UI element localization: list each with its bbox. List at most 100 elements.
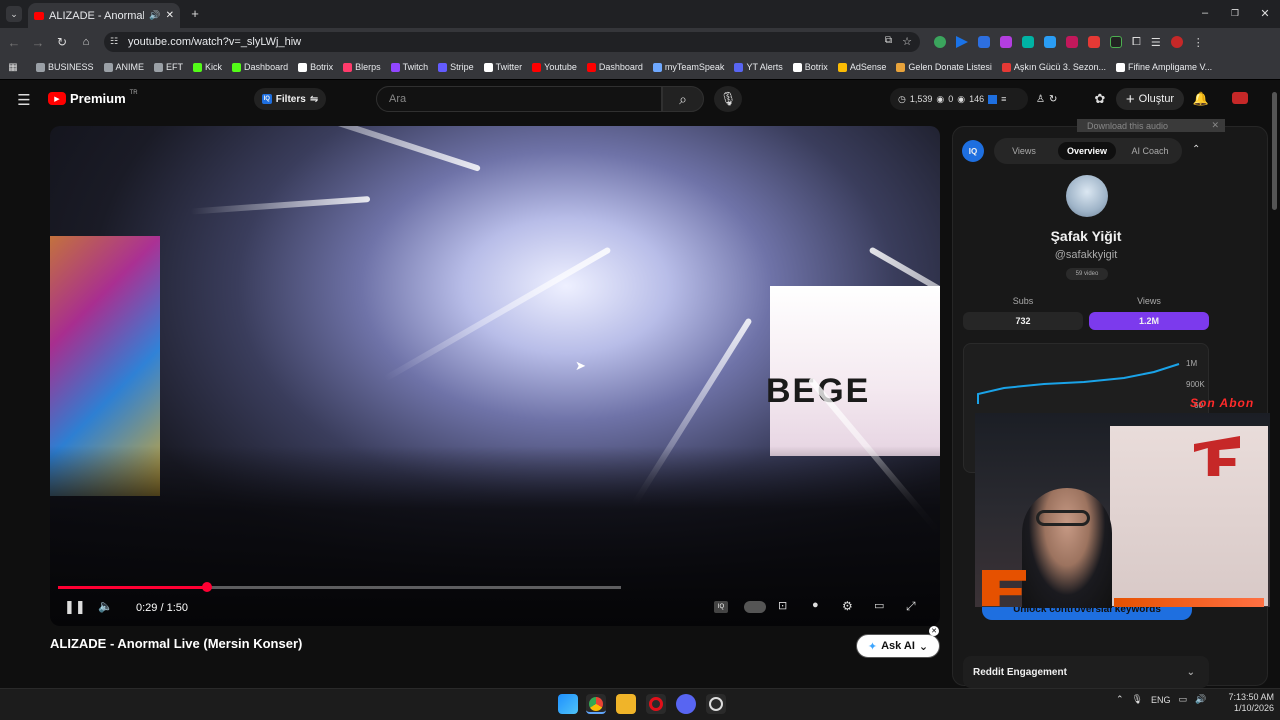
download-audio-bar[interactable]: Download this audio ✕: [1077, 119, 1225, 132]
file-explorer-icon[interactable]: [616, 694, 636, 714]
tray-chevron-up-icon[interactable]: ⌃: [1116, 694, 1124, 705]
tab-search-icon[interactable]: ⌄: [6, 6, 22, 22]
chrome-menu-icon[interactable]: ⋮: [1193, 36, 1204, 49]
reddit-engagement-section[interactable]: Reddit Engagement ⌄: [963, 656, 1209, 688]
vidiq-icon[interactable]: [988, 94, 998, 104]
youtube-logo[interactable]: ▶ Premium TR: [48, 90, 138, 106]
close-ask-ai-icon[interactable]: ✕: [929, 626, 939, 636]
home-icon[interactable]: ⌂: [78, 34, 94, 50]
bookmark-label: BUSINESS: [48, 62, 94, 72]
chevron-up-icon[interactable]: ⌃: [1192, 144, 1200, 155]
bookmark-item[interactable]: Botrix: [792, 62, 828, 72]
extensions-puzzle-icon[interactable]: ⧠: [1132, 36, 1141, 49]
discord-icon[interactable]: [676, 694, 696, 714]
settings-gear-icon[interactable]: ⚙: [842, 599, 853, 613]
language-indicator[interactable]: ENG: [1151, 695, 1171, 705]
notifications-bell-icon[interactable]: 🔔: [1192, 90, 1210, 108]
cast-icon[interactable]: ⧉: [885, 35, 892, 46]
volume-tray-icon[interactable]: 🔊: [1195, 694, 1206, 705]
bookmark-item[interactable]: Dashboard: [232, 62, 288, 72]
autoplay-toggle[interactable]: [744, 601, 766, 613]
profile-avatar[interactable]: [1170, 36, 1183, 48]
speaker-icon[interactable]: 🔊: [149, 10, 160, 21]
close-icon[interactable]: ✕: [1211, 120, 1219, 131]
filters-button[interactable]: IQ Filters ⇋: [254, 88, 326, 110]
bookmark-item[interactable]: Twitch: [390, 62, 428, 72]
vidiq-player-icon[interactable]: IQ: [714, 601, 728, 613]
extension-icon[interactable]: [1066, 36, 1078, 48]
network-icon[interactable]: ▭: [1179, 694, 1188, 705]
theater-mode-icon[interactable]: ▭: [874, 599, 884, 612]
bookmark-item[interactable]: Fifine Ampligame V...: [1115, 62, 1212, 72]
address-bar[interactable]: ☷ youtube.com/watch?v=_slyLWj_hiw ⧉ ☆: [104, 32, 920, 52]
extension-icon[interactable]: [1044, 36, 1056, 48]
bookmark-item[interactable]: Gelen Donate Listesi: [896, 62, 992, 72]
minimize-icon[interactable]: –: [1196, 6, 1214, 20]
search-input[interactable]: Ara: [376, 86, 662, 112]
search-button[interactable]: ⌕: [662, 86, 704, 112]
extension-icon[interactable]: [934, 36, 946, 48]
bookmark-item[interactable]: Stripe: [438, 62, 474, 72]
bookmark-star-icon[interactable]: ☆: [902, 35, 912, 48]
tab-close-icon[interactable]: ✕: [166, 10, 174, 21]
page-scrollbar[interactable]: [1272, 92, 1277, 210]
bookmark-item[interactable]: Aşkın Gücü 3. Sezon...: [1001, 62, 1106, 72]
extension-icon[interactable]: [1110, 36, 1122, 48]
bookmark-item[interactable]: AdSense: [837, 62, 886, 72]
bookmark-item[interactable]: Blerps: [343, 62, 381, 72]
extension-icon[interactable]: [978, 36, 990, 48]
video-player[interactable]: BEGE ➤: [50, 126, 940, 626]
extension-icon[interactable]: [956, 36, 968, 48]
refresh-icon[interactable]: ↻: [1049, 94, 1057, 105]
bookmark-item[interactable]: Kick: [193, 62, 222, 72]
tab-views[interactable]: Views: [1000, 142, 1048, 160]
bookmark-item[interactable]: Twitter: [483, 62, 522, 72]
site-info-icon[interactable]: ☷: [110, 36, 118, 47]
fullscreen-icon[interactable]: ⤢: [906, 599, 916, 614]
plus-icon: +: [1125, 90, 1135, 108]
vidiq-logo-icon: IQ: [962, 140, 984, 162]
scrubber-handle[interactable]: [201, 582, 212, 592]
forward-icon[interactable]: →: [30, 34, 46, 50]
extension-icon[interactable]: [1022, 36, 1034, 48]
chrome-taskbar-icon[interactable]: [586, 694, 606, 714]
bookmark-item[interactable]: myTeamSpeak: [652, 62, 724, 72]
bookmark-item[interactable]: YT Alerts: [734, 62, 783, 72]
reload-icon[interactable]: ↻: [54, 34, 70, 50]
bookmark-item[interactable]: EFT: [154, 62, 183, 72]
bookmark-item[interactable]: BUSINESS: [36, 62, 94, 72]
ambient-icon[interactable]: ●: [812, 599, 819, 611]
app-icon[interactable]: [706, 694, 726, 714]
bookmark-item[interactable]: Dashboard: [586, 62, 643, 72]
channel-avatar[interactable]: [1066, 175, 1108, 217]
bookmark-item[interactable]: Youtube: [532, 62, 577, 72]
system-clock[interactable]: 7:13:50 AM 1/10/2026: [1222, 692, 1274, 714]
reading-list-icon[interactable]: ☰: [1151, 36, 1161, 49]
menu-hamburger-icon[interactable]: ☰: [14, 90, 34, 110]
extension-gear-icon[interactable]: ✿: [1090, 90, 1110, 108]
browser-tab[interactable]: ALIZADE - Anormal Live (M 🔊 ✕: [28, 3, 180, 28]
tab-overview[interactable]: Overview: [1058, 142, 1116, 160]
restore-icon[interactable]: ❐: [1226, 6, 1244, 20]
ask-ai-button[interactable]: ✦ Ask AI ⌄: [856, 634, 940, 658]
windows-start-icon[interactable]: [558, 694, 578, 714]
create-button[interactable]: + Oluştur: [1116, 88, 1184, 110]
window-close-icon[interactable]: ✕: [1256, 6, 1274, 20]
pause-icon[interactable]: ❚❚: [64, 599, 86, 615]
opera-icon[interactable]: [646, 694, 666, 714]
tab-ai-coach[interactable]: AI Coach: [1124, 142, 1176, 160]
apps-grid-icon[interactable]: ▦: [6, 60, 20, 74]
account-avatar[interactable]: [1232, 92, 1248, 104]
tray-mic-icon[interactable]: 🎙: [1132, 694, 1143, 705]
subtitles-icon[interactable]: ⊡: [778, 599, 787, 612]
extension-icon[interactable]: [1000, 36, 1012, 48]
bookmark-item[interactable]: Botrix: [298, 62, 333, 72]
volume-icon[interactable]: 🔈: [98, 599, 113, 613]
extension-icon[interactable]: [1088, 36, 1100, 48]
back-icon[interactable]: ←: [6, 34, 22, 50]
trophy-icon[interactable]: ♙: [1036, 94, 1045, 105]
new-tab-icon[interactable]: +: [188, 6, 202, 21]
voice-search-button[interactable]: 🎙: [714, 86, 742, 112]
bookmark-item[interactable]: ANIME: [103, 62, 144, 72]
list-icon[interactable]: ≡: [1001, 94, 1006, 104]
